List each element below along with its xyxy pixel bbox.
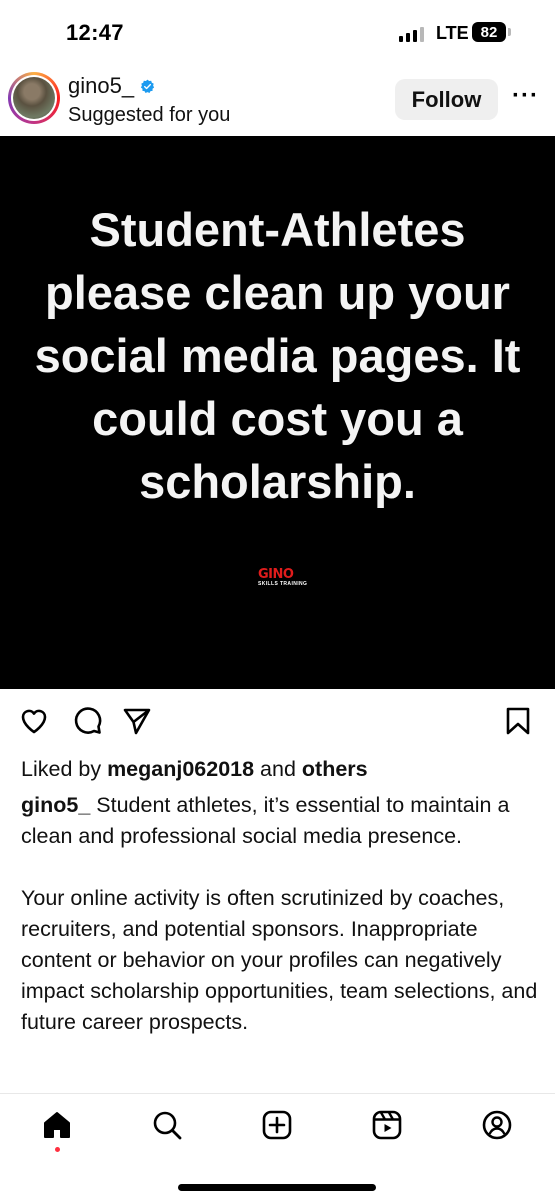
reels-icon[interactable] bbox=[371, 1109, 403, 1141]
post-image[interactable]: Student-Athletes please clean up your so… bbox=[0, 136, 555, 689]
logo-text: GINO bbox=[258, 567, 294, 582]
battery-icon: 82 bbox=[472, 22, 506, 42]
profile-icon[interactable] bbox=[481, 1109, 513, 1141]
network-type: LTE bbox=[436, 23, 469, 43]
battery-cap bbox=[508, 28, 511, 36]
status-bar: 12:47 LTE 82 bbox=[0, 0, 555, 62]
caption-paragraph-1: Student athletes, it’s essential to main… bbox=[21, 793, 510, 848]
liked-others[interactable]: others bbox=[302, 757, 368, 781]
image-text-line: could cost you a bbox=[92, 392, 463, 445]
notification-dot bbox=[55, 1147, 60, 1152]
verified-badge-icon bbox=[140, 79, 155, 93]
liked-user[interactable]: meganj062018 bbox=[107, 757, 254, 781]
image-text-line: scholarship. bbox=[139, 455, 416, 508]
gino-logo: GINO SKILLS TRAINING bbox=[258, 567, 308, 589]
comment-icon[interactable] bbox=[72, 705, 104, 737]
story-ring[interactable] bbox=[8, 72, 60, 124]
avatar[interactable] bbox=[11, 75, 57, 121]
bottom-nav bbox=[0, 1093, 555, 1201]
suggested-label: Suggested for you bbox=[68, 104, 231, 126]
liked-by: Liked by meganj062018 and others bbox=[21, 757, 368, 782]
post-image-text: Student-Athletes please clean up your so… bbox=[0, 198, 555, 513]
create-icon[interactable] bbox=[261, 1109, 293, 1141]
caption-username[interactable]: gino5_ bbox=[21, 793, 90, 817]
avatar-image bbox=[13, 77, 55, 119]
image-text-line: social media pages. It bbox=[34, 329, 521, 382]
image-text-line: please clean up your bbox=[45, 266, 510, 319]
post-caption: gino5_ Student athletes, it’s essential … bbox=[21, 790, 541, 1093]
caption-paragraph-2: Your online activity is often scrutinize… bbox=[21, 886, 538, 1034]
heart-icon[interactable] bbox=[18, 705, 50, 737]
home-icon[interactable] bbox=[41, 1109, 73, 1141]
signal-strength-icon bbox=[399, 26, 424, 42]
home-indicator[interactable] bbox=[178, 1184, 376, 1191]
send-icon[interactable] bbox=[121, 705, 153, 737]
logo-subtext: SKILLS TRAINING bbox=[258, 581, 308, 587]
search-icon[interactable] bbox=[151, 1109, 183, 1141]
username-row: gino5_ bbox=[68, 73, 155, 99]
post-actions bbox=[0, 695, 555, 747]
image-text-line: Student-Athletes bbox=[89, 203, 466, 256]
status-time: 12:47 bbox=[66, 20, 124, 45]
bookmark-icon[interactable] bbox=[502, 705, 534, 737]
liked-middle: and bbox=[254, 757, 302, 781]
follow-button[interactable]: Follow bbox=[395, 79, 498, 120]
post-username[interactable]: gino5_ bbox=[68, 73, 134, 99]
post-header: gino5_ Suggested for you Follow ··· bbox=[0, 62, 555, 136]
more-options-icon[interactable]: ··· bbox=[512, 82, 539, 110]
liked-prefix: Liked by bbox=[21, 757, 108, 781]
